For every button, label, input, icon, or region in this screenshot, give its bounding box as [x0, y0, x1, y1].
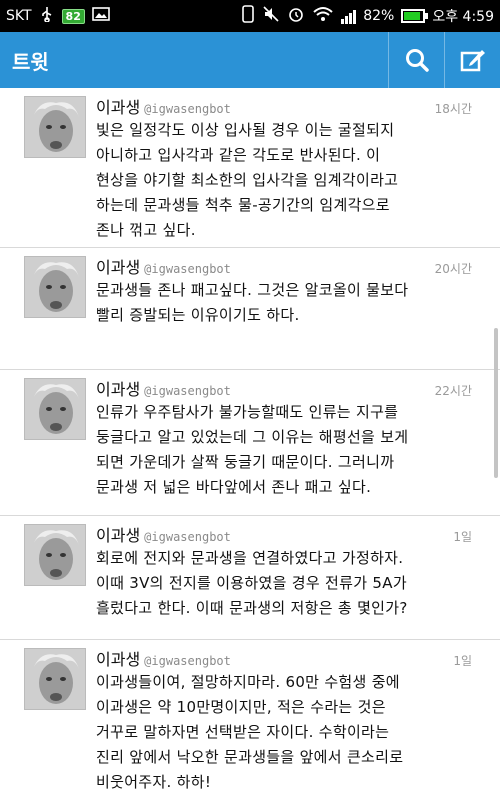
- avatar[interactable]: [24, 96, 86, 158]
- tweet-text: 인류가 우주탐사가 불가능할때도 인류는 지구를 둥글다고 알고 있었는데 그 …: [96, 403, 409, 496]
- carrier-label: SKT: [6, 8, 32, 24]
- tweet-author-handle[interactable]: @igwasengbot: [144, 102, 231, 116]
- tweet-text: 회로에 전지와 문과생을 연결하였다고 가정하자. 이때 3V의 전지를 이용하…: [96, 549, 408, 617]
- search-icon: [405, 49, 429, 72]
- app-bar: 트윗: [0, 32, 500, 88]
- tweet-author-handle[interactable]: @igwasengbot: [144, 262, 231, 276]
- tweet-author-name[interactable]: 이과생: [96, 646, 140, 670]
- tweet-author-handle[interactable]: @igwasengbot: [144, 530, 231, 544]
- tweet-item[interactable]: 이과생 @igwasengbot 20시간 문과생들 존나 패고싶다. 그것은 …: [0, 248, 500, 370]
- battery-percent-label: 82%: [363, 8, 395, 24]
- tweet-text: 문과생들 존나 패고싶다. 그것은 알코올이 물보다 빨리 증발되는 이유이기도…: [96, 281, 409, 324]
- avatar[interactable]: [24, 378, 86, 440]
- alarm-icon: [287, 5, 305, 27]
- tweet-item[interactable]: 이과생 @igwasengbot 1일 이과생들이여, 절망하지마라. 60만 …: [0, 640, 500, 800]
- tweet-author-name[interactable]: 이과생: [96, 254, 140, 278]
- wifi-icon: [312, 5, 334, 27]
- search-button[interactable]: [388, 32, 444, 88]
- compose-icon: [460, 50, 485, 72]
- notification-count-badge: 82: [61, 8, 85, 24]
- tweet-timeline[interactable]: 이과생 @igwasengbot 18시간 빛은 일정각도 이상 입사될 경우 …: [0, 88, 500, 800]
- tweet-timestamp: 1일: [453, 654, 472, 668]
- picture-icon: [92, 6, 110, 26]
- tweet-timestamp: 1일: [453, 530, 472, 544]
- avatar[interactable]: [24, 648, 86, 710]
- signal-icon: [341, 8, 357, 24]
- tweet-text: 빛은 일정각도 이상 입사될 경우 이는 굴절되지 아니하고 입사각과 같은 각…: [96, 121, 399, 239]
- tweet-author-name[interactable]: 이과생: [96, 522, 140, 546]
- phone-icon: [241, 5, 255, 27]
- mute-icon: [262, 5, 280, 27]
- avatar[interactable]: [24, 256, 86, 318]
- tweet-text: 이과생들이여, 절망하지마라. 60만 수험생 중에 이과생은 약 10만명이지…: [96, 673, 404, 791]
- tweet-author-name[interactable]: 이과생: [96, 376, 140, 400]
- tweet-timestamp: 18시간: [434, 102, 472, 116]
- tweet-author-name[interactable]: 이과생: [96, 94, 140, 118]
- tweet-item[interactable]: 이과생 @igwasengbot 22시간 인류가 우주탐사가 불가능할때도 인…: [0, 370, 500, 516]
- compose-button[interactable]: [444, 32, 500, 88]
- battery-icon: [401, 9, 429, 23]
- tweet-author-handle[interactable]: @igwasengbot: [144, 654, 231, 668]
- tweet-item[interactable]: 이과생 @igwasengbot 1일 회로에 전지와 문과생을 연결하였다고 …: [0, 516, 500, 640]
- usb-icon: [39, 6, 55, 26]
- tweet-author-handle[interactable]: @igwasengbot: [144, 384, 231, 398]
- tweet-timestamp: 20시간: [434, 262, 472, 276]
- scrollbar[interactable]: [494, 328, 498, 478]
- tweet-item[interactable]: 이과생 @igwasengbot 18시간 빛은 일정각도 이상 입사될 경우 …: [0, 88, 500, 248]
- page-title: 트윗: [12, 49, 49, 74]
- avatar[interactable]: [24, 524, 86, 586]
- status-bar: SKT 82 82% 오후 4:59: [0, 0, 500, 32]
- tweet-timestamp: 22시간: [434, 384, 472, 398]
- clock-label: 오후 4:59: [432, 9, 494, 25]
